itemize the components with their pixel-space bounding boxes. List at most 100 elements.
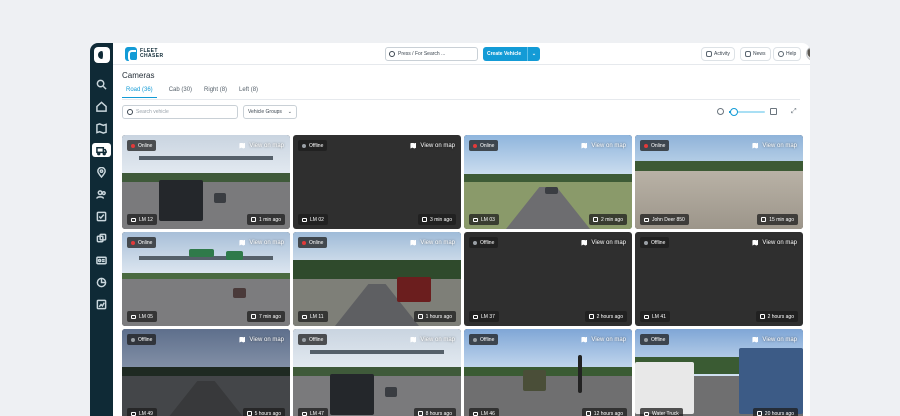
clock-icon: [251, 314, 257, 319]
status-text: Offline: [651, 336, 666, 343]
status-dot-icon: [644, 143, 648, 148]
brand-logo[interactable]: FLEET CHASER: [125, 47, 164, 62]
page-title: Cameras: [122, 71, 155, 80]
camera-grid: Online View on map LM 12 1 min ago Offline Vi…: [122, 135, 803, 416]
activity-button[interactable]: Activity: [701, 47, 735, 61]
pie-chart-icon[interactable]: [95, 275, 109, 289]
map-icon: [239, 239, 246, 246]
camera-card[interactable]: Online View on map LM 11 1 hours ago: [293, 232, 461, 326]
status-dot-icon: [302, 240, 306, 245]
clock-icon: [759, 314, 765, 319]
status-dot-icon: [302, 143, 306, 148]
camera-card[interactable]: Offline View on map Water Truck 20 hours ag…: [635, 329, 803, 416]
help-icon: [778, 51, 784, 57]
camera-card[interactable]: Offline View on map LM 49 5 hours ago: [122, 329, 290, 416]
timestamp-text: 20 hours ago: [764, 410, 794, 416]
vehicle-name: LM 46: [481, 410, 495, 416]
vehicle-label: LM 47: [298, 408, 328, 416]
global-search-input[interactable]: Press / For Search ...: [385, 47, 478, 61]
vehicle-name: LM 05: [139, 313, 153, 320]
vehicle-name: LM 02: [310, 216, 324, 223]
timestamp-text: 3 min ago: [430, 216, 452, 223]
layers-icon[interactable]: [95, 231, 109, 245]
camera-card[interactable]: Offline View on map LM 47 8 hours ago: [293, 329, 461, 416]
timestamp-badge: 1 hours ago: [413, 311, 456, 322]
status-badge: Offline: [298, 334, 328, 345]
view-on-map-button[interactable]: View on map: [239, 237, 284, 248]
view-on-map-button[interactable]: View on map: [410, 334, 455, 345]
avatar[interactable]: [806, 46, 810, 61]
location-icon[interactable]: [95, 165, 109, 179]
timestamp-text: 2 hours ago: [767, 313, 794, 320]
chevron-down-icon: ⌄: [287, 109, 292, 115]
home-icon[interactable]: [95, 99, 109, 113]
grid-large-icon[interactable]: [770, 108, 777, 115]
tab-road[interactable]: Road (36): [122, 87, 157, 98]
view-on-map-button[interactable]: View on map: [410, 237, 455, 248]
camera-card[interactable]: Online View on map John Deer 850 15 min ago: [635, 135, 803, 229]
view-on-map-button[interactable]: View on map: [581, 140, 626, 151]
tab-right[interactable]: Right (8): [204, 87, 227, 98]
camera-card[interactable]: Offline View on map LM 02 3 min ago: [293, 135, 461, 229]
vehicle-icon: [473, 411, 478, 416]
status-dot-icon: [644, 240, 648, 245]
map-icon[interactable]: [95, 121, 109, 135]
map-icon: [752, 239, 759, 246]
vehicle-icon: [644, 217, 649, 222]
vehicle-label: LM 37: [469, 311, 499, 322]
tab-cab[interactable]: Cab (30): [169, 87, 192, 98]
camera-card[interactable]: Offline View on map LM 37 2 hours ago: [464, 232, 632, 326]
id-card-icon[interactable]: [95, 253, 109, 267]
grid-small-icon[interactable]: [717, 108, 724, 115]
status-text: Offline: [480, 336, 495, 343]
news-button[interactable]: News: [740, 47, 771, 61]
view-on-map-label: View on map: [762, 239, 797, 246]
status-dot-icon: [131, 240, 135, 245]
chevron-down-icon[interactable]: ⌄: [527, 47, 540, 61]
search-icon[interactable]: [95, 77, 109, 91]
view-on-map-label: View on map: [762, 336, 797, 343]
view-on-map-button[interactable]: View on map: [239, 140, 284, 151]
view-on-map-button[interactable]: View on map: [410, 140, 455, 151]
timestamp-text: 7 min ago: [259, 313, 281, 320]
users-icon[interactable]: [95, 187, 109, 201]
camera-card[interactable]: Online View on map LM 05 7 min ago: [122, 232, 290, 326]
checklist-icon[interactable]: [95, 209, 109, 223]
tab-left[interactable]: Left (8): [239, 87, 258, 98]
view-on-map-button[interactable]: View on map: [752, 237, 797, 248]
vehicle-groups-select[interactable]: Vehicle Groups ⌄: [243, 105, 297, 119]
slider-handle[interactable]: [730, 107, 739, 116]
help-label: Help: [786, 51, 797, 57]
help-button[interactable]: Help: [773, 47, 802, 61]
grid-size-slider[interactable]: [729, 107, 765, 116]
vehicle-label: LM 12: [127, 214, 157, 225]
clock-icon: [756, 411, 762, 416]
view-on-map-button[interactable]: View on map: [752, 334, 797, 345]
vehicle-label: LM 49: [127, 408, 157, 416]
camera-card[interactable]: Offline View on map LM 46 12 hours ago: [464, 329, 632, 416]
create-vehicle-button[interactable]: Create Vehicle ⌄: [483, 47, 540, 61]
map-icon: [752, 142, 759, 149]
status-badge: Online: [469, 140, 499, 151]
camera-truck-icon[interactable]: [92, 143, 111, 157]
view-on-map-button[interactable]: View on map: [752, 140, 797, 151]
timestamp-badge: 8 hours ago: [413, 408, 456, 416]
map-icon: [581, 142, 588, 149]
sidebar-toggle-icon[interactable]: [93, 47, 110, 63]
camera-card[interactable]: Online View on map LM 03 2 min ago: [464, 135, 632, 229]
status-text: Offline: [651, 239, 666, 246]
status-text: Offline: [309, 142, 324, 149]
view-on-map-button[interactable]: View on map: [239, 334, 284, 345]
status-text: Online: [651, 142, 666, 149]
vehicle-search-input[interactable]: Search vehicle: [122, 105, 238, 119]
report-icon[interactable]: [95, 297, 109, 311]
view-on-map-button[interactable]: View on map: [581, 334, 626, 345]
fullscreen-icon[interactable]: ⤢: [791, 108, 798, 115]
vehicle-icon: [473, 217, 478, 222]
view-on-map-label: View on map: [420, 142, 455, 149]
timestamp-text: 1 hours ago: [425, 313, 452, 320]
clock-icon: [588, 314, 594, 319]
camera-card[interactable]: Online View on map LM 12 1 min ago: [122, 135, 290, 229]
view-on-map-button[interactable]: View on map: [581, 237, 626, 248]
camera-card[interactable]: Offline View on map LM 41 2 hours ago: [635, 232, 803, 326]
